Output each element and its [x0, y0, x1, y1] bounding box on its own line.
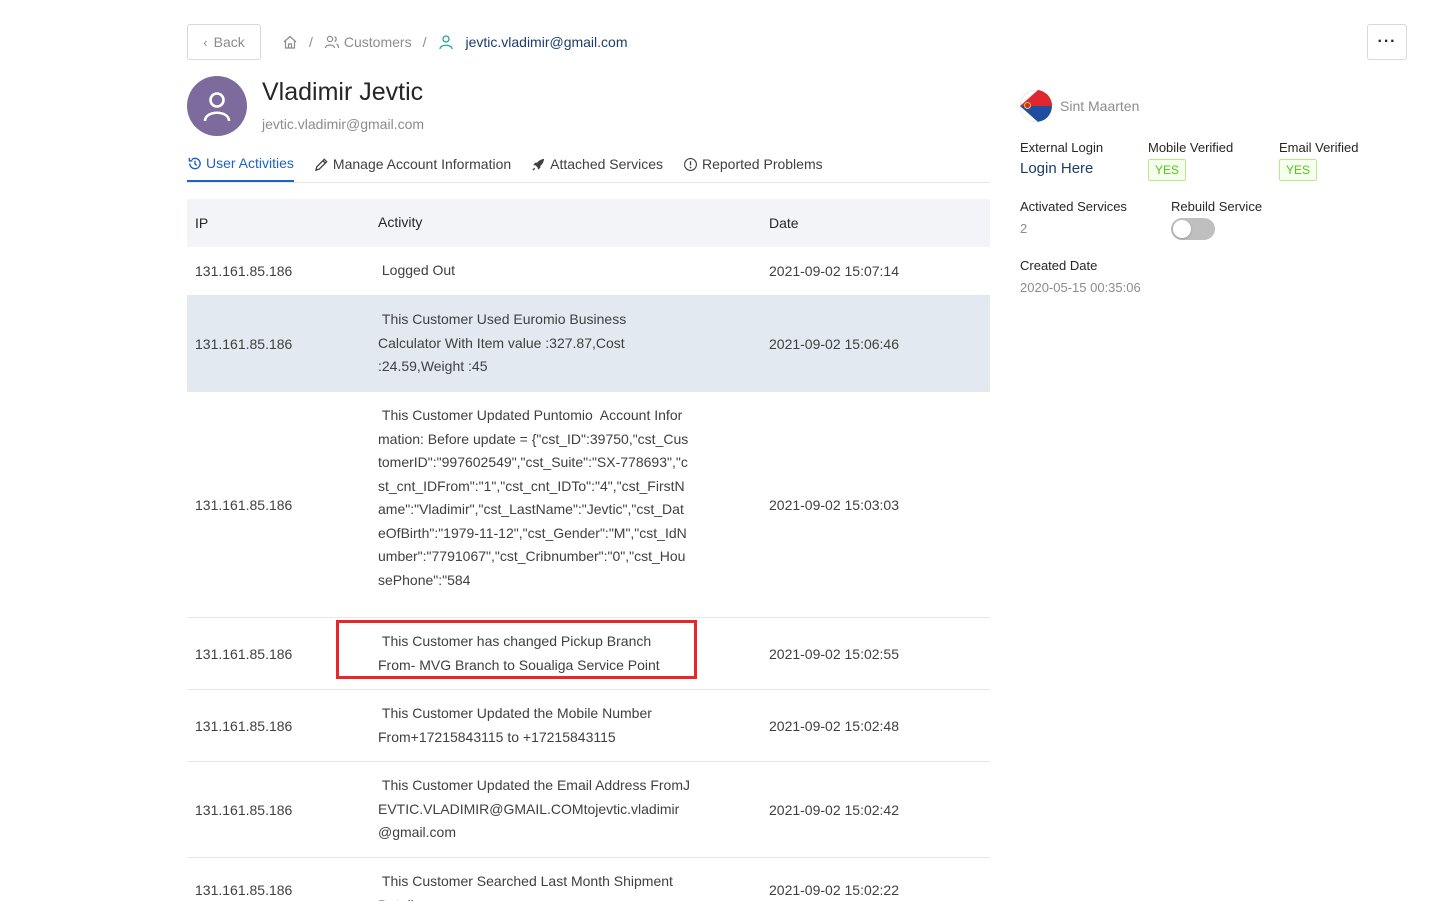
cell-date: 2021-09-02 15:02:22 — [769, 882, 899, 898]
cell-date: 2021-09-02 15:02:42 — [769, 801, 899, 818]
column-header-date[interactable]: Date — [761, 215, 990, 231]
table-row[interactable]: 131.161.85.186 This Customer has changed… — [187, 618, 990, 690]
toggle-knob — [1173, 220, 1191, 238]
breadcrumb-customers-label: Customers — [343, 34, 412, 50]
mobile-verified-label: Mobile Verified — [1148, 140, 1234, 155]
breadcrumb-separator: / — [422, 34, 427, 50]
cell-activity: This Customer Updated Puntomio Account I… — [378, 407, 689, 588]
cell-activity: This Customer Updated the Email Address … — [378, 777, 691, 841]
tab-label: User Activities — [206, 155, 294, 171]
table-row[interactable]: 131.161.85.186 This Customer Updated Pun… — [187, 392, 990, 618]
cell-date: 2021-09-02 15:07:14 — [769, 263, 899, 279]
column-header-activity[interactable]: Activity — [371, 211, 761, 235]
cell-ip: 131.161.85.186 — [195, 717, 293, 734]
email-verified-label: Email Verified — [1279, 140, 1359, 155]
country-name: Sint Maarten — [1060, 98, 1140, 114]
avatar — [187, 76, 247, 136]
cell-date: 2021-09-02 15:02:48 — [769, 717, 899, 734]
tab-reported-problems[interactable]: Reported Problems — [683, 146, 823, 182]
tab-manage-account[interactable]: Manage Account Information — [314, 146, 511, 182]
rebuild-service-label: Rebuild Service — [1171, 199, 1263, 214]
cell-ip: 131.161.85.186 — [195, 801, 293, 818]
users-icon — [324, 35, 339, 49]
more-options-button[interactable]: ··· — [1367, 24, 1407, 60]
cell-activity: Logged Out — [378, 262, 456, 279]
cell-ip: 131.161.85.186 — [195, 263, 293, 279]
table-row[interactable]: 131.161.85.186 This Customer Used Euromi… — [187, 296, 990, 392]
tab-label: Attached Services — [550, 156, 663, 172]
chevron-left-icon: ‹ — [203, 34, 208, 50]
rebuild-service-toggle[interactable] — [1171, 218, 1215, 240]
info-icon — [684, 157, 697, 171]
cell-date: 2021-09-02 15:03:03 — [769, 496, 899, 513]
cell-ip: 131.161.85.186 — [195, 645, 293, 662]
edit-icon — [314, 157, 328, 171]
table-row[interactable]: 131.161.85.186 Logged Out 2021-09-02 15:… — [187, 247, 990, 296]
cell-date: 2021-09-02 15:02:55 — [769, 645, 899, 662]
breadcrumb-current-user[interactable]: jevtic.vladimir@gmail.com — [437, 34, 628, 50]
sint-maarten-flag-icon — [1020, 90, 1052, 122]
tab-bar: User Activities Manage Account Informati… — [187, 146, 990, 183]
user-icon — [439, 35, 454, 50]
tab-label: Manage Account Information — [332, 156, 512, 172]
history-icon — [188, 157, 201, 169]
customer-email: jevtic.vladimir@gmail.com — [262, 116, 425, 132]
tab-attached-services[interactable]: Attached Services — [531, 146, 663, 182]
activities-table: IP Activity Date 131.161.85.186 Logged O… — [187, 199, 990, 901]
cell-activity: This Customer Used Euromio Business Calc… — [378, 311, 631, 375]
mobile-verified-badge: YES — [1148, 159, 1187, 181]
external-login-label: External Login — [1020, 140, 1104, 155]
column-header-ip[interactable]: IP — [187, 215, 371, 231]
breadcrumb-customers[interactable]: Customers — [324, 34, 412, 50]
activated-services-label: Activated Services — [1020, 199, 1127, 214]
rocket-icon — [532, 158, 545, 171]
cell-activity: This Customer Updated the Mobile Number … — [378, 705, 656, 745]
table-header: IP Activity Date — [187, 199, 990, 247]
breadcrumb-current-label: jevtic.vladimir@gmail.com — [465, 34, 628, 50]
customer-name: Vladimir Jevtic — [262, 78, 424, 106]
table-row[interactable]: 131.161.85.186 This Customer Searched La… — [187, 858, 990, 901]
created-date-value: 2020-05-15 00:35:06 — [1020, 280, 1141, 295]
table-row[interactable]: 131.161.85.186 This Customer Updated the… — [187, 690, 990, 762]
tab-user-activities[interactable]: User Activities — [187, 146, 294, 182]
tab-label: Reported Problems — [702, 156, 823, 172]
more-icon: ··· — [1377, 33, 1397, 50]
home-icon — [283, 35, 297, 49]
cell-ip: 131.161.85.186 — [195, 882, 293, 898]
cell-activity: This Customer has changed Pickup Branch … — [378, 633, 660, 673]
login-here-link[interactable]: Login Here — [1020, 160, 1093, 177]
breadcrumb: / Customers / jevtic.vladimir@gmail.com — [282, 31, 628, 53]
cell-ip: 131.161.85.186 — [195, 496, 293, 513]
activated-services-count: 2 — [1020, 221, 1028, 236]
user-avatar-icon — [203, 92, 231, 122]
cell-ip: 131.161.85.186 — [195, 335, 293, 352]
back-label: Back — [213, 34, 245, 50]
cell-date: 2021-09-02 15:06:46 — [769, 335, 899, 352]
breadcrumb-home[interactable] — [282, 34, 298, 50]
table-row[interactable]: 131.161.85.186 This Customer Updated the… — [187, 762, 990, 858]
created-date-label: Created Date — [1020, 258, 1098, 273]
back-button[interactable]: ‹ Back — [187, 24, 261, 60]
cell-activity: This Customer Searched Last Month Shipme… — [378, 873, 673, 901]
breadcrumb-separator: / — [309, 34, 313, 50]
email-verified-badge: YES — [1279, 159, 1318, 181]
country: Sint Maarten — [1020, 90, 1139, 122]
